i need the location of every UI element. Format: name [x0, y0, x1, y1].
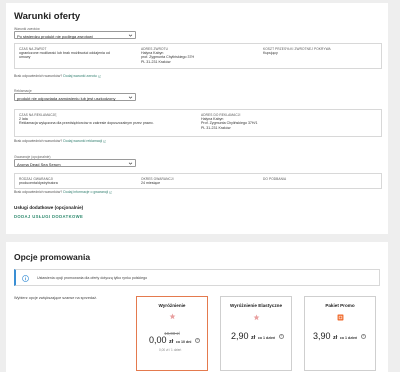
complaint-select-value: produkt nie odpowiada zamówieniu lub jes… [17, 95, 116, 101]
external-link-icon [109, 191, 112, 194]
promo-price-currency: zł [333, 335, 338, 341]
star-icon [253, 314, 259, 321]
offer-conditions-card: Warunki oferty Warunki zwrotów Po stwier… [6, 3, 388, 234]
promo-price: 0,00 zł co 10 dni ? [149, 335, 201, 345]
promotion-lead-text: Wybierz opcje zwiększające szanse na spr… [14, 296, 98, 300]
warranty-note: Brak odpowiednich warunków? Dodaj inform… [14, 190, 112, 194]
promo-price-period: co 10 dni [175, 340, 192, 344]
warranty-period-value: 24 miesiące [141, 181, 161, 185]
returns-note: Brak odpowiednich warunków? Dodaj warunk… [14, 74, 101, 78]
star-icon [169, 313, 175, 320]
promotion-info-text: Ustawienia opcji promowania dla oferty d… [37, 276, 148, 280]
complaint-note: Brak odpowiednich warunków? Dodaj warunk… [14, 139, 106, 143]
help-icon[interactable]: ? [194, 337, 201, 344]
add-returns-link[interactable]: Dodaj warunki zwrotu [63, 74, 96, 78]
promo-price-per-day: 0,00 zł / 1 dzień [159, 348, 182, 352]
returns-address-line3: PL 31-231 Kraków [141, 59, 171, 64]
warranty-select-value: Aroma Dead Sea Serum [17, 161, 61, 167]
promo-option-name: Pakiet Promo [325, 303, 355, 308]
promo-price-value: 3,90 [313, 331, 331, 341]
services-title: Usługi dodatkowe (opcjonalnie) [14, 205, 84, 210]
promo-option-flexible[interactable]: Wyróżnienie Elastyczne 2,90 zł co 1 dzie… [220, 296, 292, 371]
promo-price-currency: zł [251, 335, 256, 341]
help-icon[interactable]: ? [360, 333, 367, 340]
external-link-icon [103, 140, 106, 143]
promo-option-name: Wyróżnienie [158, 303, 186, 308]
promo-price-value: 0,00 [149, 335, 167, 345]
promo-price-period: co 1 dzień [339, 336, 358, 340]
warranty-note-text: Brak odpowiednich warunków? [14, 190, 63, 194]
add-complaint-link[interactable]: Dodaj warunki reklamacji [63, 139, 102, 143]
chevron-down-icon [128, 96, 133, 99]
warranty-select[interactable]: Aroma Dead Sea Serum [14, 159, 136, 167]
info-icon [22, 274, 29, 282]
help-icon[interactable]: ? [278, 333, 285, 340]
promo-option-highlight[interactable]: Wyróżnienie 19,00 zł 0,00 zł co 10 dni ?… [136, 296, 208, 371]
page-title: Warunki oferty [14, 11, 81, 22]
promotion-title: Opcje promowania [14, 252, 91, 262]
add-warranty-link[interactable]: Dodaj informacje o gwarancji [63, 190, 108, 194]
returns-select-value: Po stwierdzu produkt nie podlega zwrotow… [17, 33, 93, 39]
complaint-select[interactable]: produkt nie odpowiada zamówieniu lub jes… [14, 93, 136, 101]
chevron-down-icon [128, 162, 133, 165]
complaint-exclusion: Reklamacja wyłączona dla przedsiębiorców… [19, 121, 154, 126]
promo-option-package[interactable]: Pakiet Promo 3,90 zł co 1 dzień ? [304, 296, 376, 371]
promo-price: 3,90 zł co 1 dzień ? [313, 331, 367, 341]
chevron-down-icon [128, 34, 133, 37]
returns-time-value: ograniczone możliwość lub brak możliwośc… [19, 51, 110, 60]
add-services-button[interactable]: DODAJ USŁUGI DODATKOWE [14, 214, 83, 219]
warranty-details: Rodzaj gwarancji producenta/dystrybutora… [14, 173, 382, 189]
package-icon [337, 314, 343, 321]
returns-cost-value: Kupujący [263, 51, 278, 55]
complaint-details: Czas na reklamację 2 lata Reklamacja wył… [14, 109, 382, 137]
external-link-icon [98, 75, 101, 78]
promo-price-currency: zł [169, 339, 174, 345]
warranty-until-heading: Do podbania [263, 177, 287, 181]
promo-option-name: Wyróżnienie Elastyczne [230, 303, 282, 308]
returns-select[interactable]: Po stwierdzu produkt nie podlega zwrotow… [14, 31, 136, 39]
complaint-note-text: Brak odpowiednich warunków? [14, 139, 63, 143]
returns-details: Czas na zwrot ograniczone możliwość lub … [14, 43, 382, 69]
promotion-info-box: Ustawienia opcji promowania dla oferty d… [14, 269, 380, 286]
promo-price: 2,90 zł co 1 dzień ? [231, 331, 285, 341]
promo-price-period: co 1 dzień [257, 336, 276, 340]
promo-price-value: 2,90 [231, 331, 249, 341]
warranty-type-value: producenta/dystrybutora [19, 181, 58, 185]
complaint-address-line3: PL 31-231 Kraków [201, 125, 231, 130]
returns-note-text: Brak odpowiednich warunków? [14, 74, 63, 78]
